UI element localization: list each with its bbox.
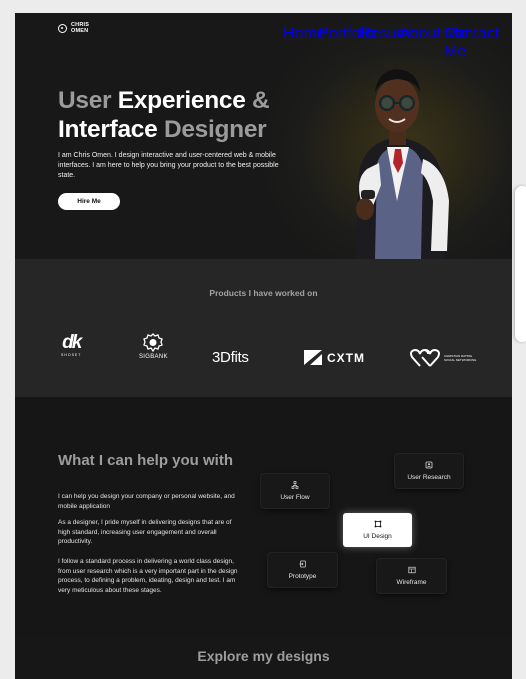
- wireframe-icon: [407, 566, 416, 574]
- hero-title-experience: Experience: [117, 87, 246, 114]
- products-section: Products I have worked on dk SHOSET SIGB…: [15, 259, 512, 397]
- help-paragraph-1: I can help you design your company or pe…: [58, 493, 235, 510]
- brand-cxtm-logo: CXTM: [304, 350, 365, 365]
- card-user-flow-label: User Flow: [280, 494, 310, 501]
- logo-text: CHRIS OMEN: [71, 22, 91, 34]
- portfolio-page: CHRIS OMEN Home Portfolio Resume About M…: [15, 13, 512, 679]
- hero-title-amp: &: [245, 87, 270, 114]
- brand-3dfits-logo: 3Dfits: [212, 349, 249, 366]
- card-user-research[interactable]: User Research: [395, 454, 463, 488]
- brand-christian-dating-sub: SOCIAL NETWORKING: [444, 358, 477, 362]
- sigbank-emblem-icon: [143, 333, 164, 353]
- card-user-research-label: User Research: [407, 474, 451, 481]
- hero-title-designer: Designer: [157, 116, 267, 143]
- hero-section: CHRIS OMEN Home Portfolio Resume About M…: [15, 13, 512, 259]
- user-research-icon: [425, 461, 433, 469]
- card-ui-design[interactable]: UI Design: [343, 513, 412, 547]
- brand-dk-name: dk: [62, 332, 82, 353]
- brand-sigbank-name: SIGBANK: [139, 354, 168, 360]
- card-user-flow[interactable]: User Flow: [261, 474, 329, 508]
- designer-portrait-image: [355, 69, 449, 259]
- brand-dk-logo: dk SHOSET: [61, 332, 82, 357]
- card-ui-design-label: UI Design: [363, 533, 392, 540]
- logo[interactable]: CHRIS OMEN: [58, 22, 91, 34]
- user-flow-icon: [291, 481, 299, 489]
- hero-description: I am Chris Omen. I design interactive an…: [58, 152, 279, 179]
- brand-sigbank-logo: SIGBANK: [139, 333, 168, 360]
- card-wireframe[interactable]: Wireframe: [377, 559, 446, 593]
- explore-title: Explore my designs: [197, 648, 330, 664]
- side-panel-handle[interactable]: [515, 186, 526, 342]
- brand-cxtm-name: CXTM: [327, 350, 365, 365]
- help-paragraph-3: I follow a standard process in deliverin…: [58, 558, 238, 594]
- prototype-icon: [299, 560, 306, 568]
- double-heart-icon: [410, 348, 440, 367]
- hero-title-interface: Interface: [58, 116, 158, 143]
- card-prototype[interactable]: Prototype: [268, 553, 337, 587]
- card-wireframe-label: Wireframe: [396, 579, 427, 586]
- hero-title: User Experience & Interface Designer: [58, 86, 270, 144]
- help-title: What I can help you with: [58, 452, 234, 469]
- logo-line-2: OMEN: [71, 27, 89, 34]
- ui-design-icon: [374, 520, 381, 528]
- brand-christian-dating-text: CHRISTIAN DATING SOCIAL NETWORKING: [444, 354, 476, 362]
- hire-me-button[interactable]: Hire Me: [58, 193, 120, 210]
- brand-dk-sub: SHOSET: [61, 353, 82, 357]
- help-section: What I can help you with I can help you …: [15, 397, 512, 637]
- cxtm-mark-icon: [304, 350, 322, 365]
- products-title: Products I have worked on: [209, 288, 318, 298]
- brand-christian-dating-logo: CHRISTIAN DATING SOCIAL NETWORKING: [410, 348, 476, 368]
- help-paragraph-2: As a designer, I pride myself in deliver…: [58, 519, 232, 545]
- logo-circle-icon: [58, 24, 67, 33]
- hero-title-user: User: [58, 87, 118, 114]
- card-prototype-label: Prototype: [288, 573, 317, 580]
